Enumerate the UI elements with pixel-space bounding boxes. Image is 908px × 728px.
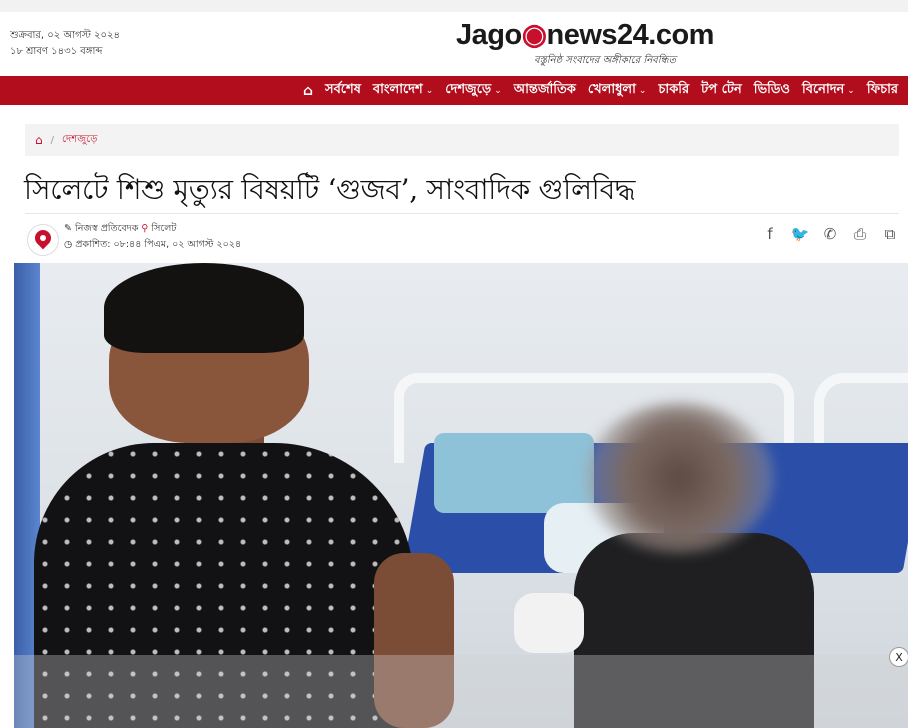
breadcrumb: ⌂ / দেশজুড়ে — [25, 124, 899, 156]
nav-item-9[interactable]: ফিচার — [861, 80, 904, 101]
share-bar: f 🐦 ✆ ⎙ ⧉ — [760, 224, 900, 244]
whatsapp-icon[interactable]: ✆ — [820, 224, 840, 244]
site-logo[interactable]: Jago◉news24.com বস্তুনিষ্ঠ সংবাদের অঙ্গী… — [456, 18, 714, 70]
photo-pillow — [434, 433, 594, 513]
location-pin-icon: ⚲ — [141, 223, 149, 234]
article-photo — [14, 263, 908, 728]
chevron-down-icon: ⌄ — [494, 85, 502, 96]
nav-item-3[interactable]: আন্তর্জাতিক — [508, 80, 582, 101]
breadcrumb-home-icon[interactable]: ⌂ — [35, 133, 43, 147]
photo-bandage — [514, 593, 584, 653]
chevron-down-icon: ⌄ — [638, 85, 647, 96]
nav-item-label: দেশজুড়ে — [445, 82, 492, 97]
author-name[interactable]: নিজস্ব প্রতিবেদক — [75, 223, 138, 234]
pencil-icon: ✎ — [64, 223, 72, 234]
nav-item-label: আন্তর্জাতিক — [513, 82, 576, 97]
nav-item-4[interactable]: খেলাধুলা ⌄ — [582, 80, 653, 101]
author-location[interactable]: সিলেট — [151, 223, 176, 234]
facebook-icon[interactable]: f — [760, 224, 780, 244]
publish-time: প্রকাশিত: ০৮:৪৪ পিএম, ০২ আগস্ট ২০২৪ — [75, 239, 242, 250]
logo-left-text: Jago — [456, 19, 522, 51]
article-headline: সিলেটে শিশু মৃত্যুর বিষয়টি ‘গুজব’, সাংব… — [24, 173, 636, 206]
date-bengali: ১৮ শ্রাবণ ১৪৩১ বঙ্গাব্দ — [10, 46, 103, 57]
chevron-down-icon: ⌄ — [847, 85, 855, 96]
nav-item-0[interactable]: সর্বশেষ — [319, 80, 367, 101]
logo-wordmark: Jago◉news24.com — [456, 18, 714, 52]
logo-right-text: news24.com — [546, 19, 715, 51]
nav-item-7[interactable]: ভিডিও — [748, 80, 796, 101]
nav-item-label: সর্বশেষ — [324, 82, 361, 97]
nav-home-icon[interactable]: ⌂ — [297, 83, 319, 99]
author-avatar — [27, 224, 59, 256]
nav-item-6[interactable]: টপ টেন — [695, 80, 748, 101]
author-line: ✎ নিজস্ব প্রতিবেদক ⚲ সিলেট — [64, 222, 176, 237]
nav-item-label: ফিচার — [866, 82, 898, 97]
nav-item-1[interactable]: বাংলাদেশ ⌄ — [367, 80, 439, 101]
nav-list: ⌂ সর্বশেষ বাংলাদেশ ⌄ দেশজুড়ে ⌄ আন্তর্জাতিক খে… — [297, 76, 904, 105]
top-strip — [0, 0, 908, 12]
photo-blurred-face — [584, 403, 774, 553]
logo-pin-icon: ◉ — [521, 19, 547, 51]
nav-item-2[interactable]: দেশজুড়ে ⌄ — [439, 80, 507, 101]
ad-close-button[interactable]: X — [889, 647, 908, 667]
logo-tagline: বস্তুনিষ্ঠ সংবাদের অঙ্গীকারে নিবন্ধিত — [534, 55, 677, 66]
pin-icon — [31, 226, 55, 250]
copy-icon[interactable]: ⧉ — [880, 224, 900, 244]
twitter-icon[interactable]: 🐦 — [790, 224, 810, 244]
print-icon[interactable]: ⎙ — [850, 224, 870, 244]
nav-item-8[interactable]: বিনোদন ⌄ — [796, 80, 861, 101]
main-nav: ⌂ সর্বশেষ বাংলাদেশ ⌄ দেশজুড়ে ⌄ আন্তর্জাতিক খে… — [0, 76, 908, 105]
chevron-down-icon: ⌄ — [425, 85, 434, 96]
photo-man-hair — [104, 263, 304, 353]
ad-overlay — [14, 655, 908, 728]
divider — [25, 213, 899, 214]
date-gregorian: শুক্রবার, ০২ আগস্ট ২০২৪ — [10, 30, 120, 41]
clock-icon: ◷ — [64, 239, 73, 250]
nav-item-label: টপ টেন — [701, 82, 742, 97]
nav-item-label: বিনোদন — [802, 82, 845, 97]
nav-item-label: বাংলাদেশ — [372, 82, 423, 97]
nav-item-label: খেলাধুলা — [587, 82, 636, 97]
breadcrumb-separator: / — [50, 134, 54, 146]
breadcrumb-category[interactable]: দেশজুড়ে — [62, 132, 97, 149]
nav-item-label: ভিডিও — [753, 82, 790, 97]
nav-item-5[interactable]: চাকরি — [652, 80, 695, 101]
date-box: শুক্রবার, ০২ আগস্ট ২০২৪ ১৮ শ্রাবণ ১৪৩১ ব… — [10, 28, 120, 60]
nav-item-label: চাকরি — [658, 82, 690, 97]
publish-line: ◷ প্রকাশিত: ০৮:৪৪ পিএম, ০২ আগস্ট ২০২৪ — [64, 238, 241, 253]
